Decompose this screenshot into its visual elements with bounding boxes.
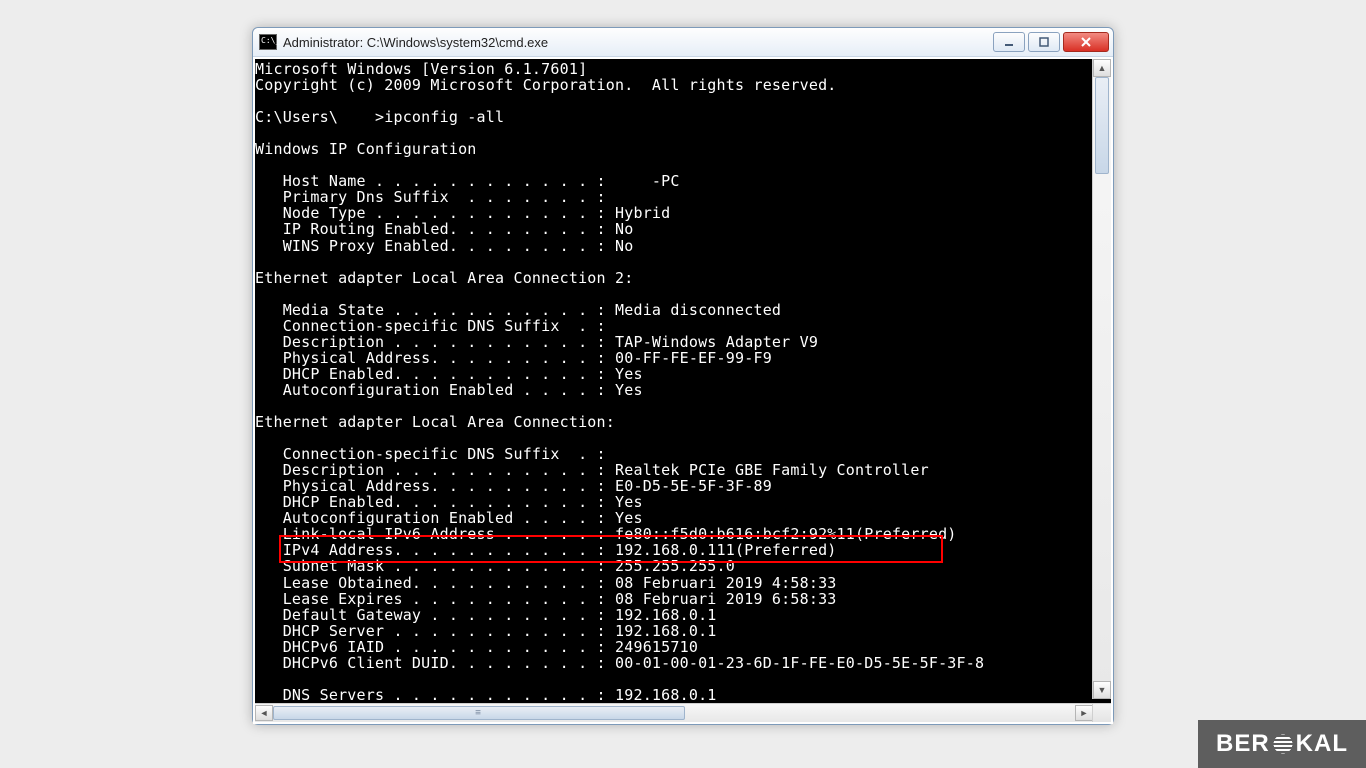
console-line xyxy=(255,254,1111,270)
watermark-prefix: BER xyxy=(1216,730,1270,758)
console-line: Lease Expires . . . . . . . . . . : 08 F… xyxy=(255,591,1111,607)
console-line: Windows IP Configuration xyxy=(255,141,1111,157)
console-line: Ethernet adapter Local Area Connection 2… xyxy=(255,270,1111,286)
console-line: Ethernet adapter Local Area Connection: xyxy=(255,414,1111,430)
scrollbar-corner xyxy=(1092,703,1111,722)
cmd-icon xyxy=(259,34,277,50)
console-output[interactable]: Microsoft Windows [Version 6.1.7601]Copy… xyxy=(255,59,1111,703)
console-line: Microsoft Windows [Version 6.1.7601] xyxy=(255,61,1111,77)
console-line: Autoconfiguration Enabled . . . . : Yes xyxy=(255,382,1111,398)
console-line: DHCP Enabled. . . . . . . . . . . : Yes xyxy=(255,494,1111,510)
window-title: Administrator: C:\Windows\system32\cmd.e… xyxy=(283,35,993,50)
maximize-button[interactable] xyxy=(1028,32,1060,52)
console-line: Lease Obtained. . . . . . . . . . : 08 F… xyxy=(255,575,1111,591)
scroll-left-arrow[interactable]: ◄ xyxy=(255,705,273,721)
horizontal-scrollbar[interactable]: ◄ ≡ ► xyxy=(255,703,1093,722)
titlebar[interactable]: Administrator: C:\Windows\system32\cmd.e… xyxy=(253,28,1113,57)
console-line: DNS Servers . . . . . . . . . . . : 192.… xyxy=(255,687,1111,703)
vertical-scrollbar[interactable]: ▲ ▼ xyxy=(1092,59,1111,699)
close-icon xyxy=(1080,37,1092,47)
console-line: DHCP Server . . . . . . . . . . . : 192.… xyxy=(255,623,1111,639)
vertical-scroll-track[interactable] xyxy=(1093,77,1111,681)
console-line: IP Routing Enabled. . . . . . . . : No xyxy=(255,221,1111,237)
scroll-right-arrow[interactable]: ► xyxy=(1075,705,1093,721)
console-line: Subnet Mask . . . . . . . . . . . : 255.… xyxy=(255,558,1111,574)
console-line: Physical Address. . . . . . . . . : E0-D… xyxy=(255,478,1111,494)
window-controls xyxy=(993,32,1109,52)
watermark-suffix: KAL xyxy=(1296,730,1348,758)
console-line xyxy=(255,286,1111,302)
console-line xyxy=(255,93,1111,109)
console-line: DHCPv6 Client DUID. . . . . . . . : 00-0… xyxy=(255,655,1111,671)
scroll-down-arrow[interactable]: ▼ xyxy=(1093,681,1111,699)
console-line: Description . . . . . . . . . . . : Real… xyxy=(255,462,1111,478)
console-line xyxy=(255,671,1111,687)
console-line: Connection-specific DNS Suffix . : xyxy=(255,318,1111,334)
cmd-window: Administrator: C:\Windows\system32\cmd.e… xyxy=(252,27,1114,725)
console-line: Physical Address. . . . . . . . . : 00-F… xyxy=(255,350,1111,366)
vertical-scroll-thumb[interactable] xyxy=(1095,77,1109,174)
console-line: Connection-specific DNS Suffix . : xyxy=(255,446,1111,462)
console-client-area: Microsoft Windows [Version 6.1.7601]Copy… xyxy=(253,57,1113,724)
console-line: WINS Proxy Enabled. . . . . . . . : No xyxy=(255,238,1111,254)
console-line: IPv4 Address. . . . . . . . . . . : 192.… xyxy=(255,542,1111,558)
console-line: Copyright (c) 2009 Microsoft Corporation… xyxy=(255,77,1111,93)
console-line: Media State . . . . . . . . . . . : Medi… xyxy=(255,302,1111,318)
minimize-button[interactable] xyxy=(993,32,1025,52)
console-line: Description . . . . . . . . . . . : TAP-… xyxy=(255,334,1111,350)
close-button[interactable] xyxy=(1063,32,1109,52)
console-line xyxy=(255,157,1111,173)
console-line: Default Gateway . . . . . . . . . : 192.… xyxy=(255,607,1111,623)
console-line: C:\Users\ >ipconfig -all xyxy=(255,109,1111,125)
console-line: Primary Dns Suffix . . . . . . . : xyxy=(255,189,1111,205)
console-line xyxy=(255,398,1111,414)
console-line: Autoconfiguration Enabled . . . . : Yes xyxy=(255,510,1111,526)
horizontal-scroll-track[interactable]: ≡ xyxy=(273,704,1075,722)
console-line: DHCPv6 IAID . . . . . . . . . . . : 2496… xyxy=(255,639,1111,655)
scroll-up-arrow[interactable]: ▲ xyxy=(1093,59,1111,77)
console-line: Node Type . . . . . . . . . . . . : Hybr… xyxy=(255,205,1111,221)
console-line: Link-local IPv6 Address . . . . . : fe80… xyxy=(255,526,1111,542)
console-line xyxy=(255,125,1111,141)
horizontal-scroll-thumb[interactable]: ≡ xyxy=(273,706,685,720)
brain-icon xyxy=(1272,733,1294,755)
console-line: Host Name . . . . . . . . . . . . : -PC xyxy=(255,173,1111,189)
console-line xyxy=(255,430,1111,446)
watermark: BER KAL xyxy=(1198,720,1366,768)
minimize-icon xyxy=(1004,37,1014,47)
maximize-icon xyxy=(1039,37,1049,47)
console-line: DHCP Enabled. . . . . . . . . . . : Yes xyxy=(255,366,1111,382)
